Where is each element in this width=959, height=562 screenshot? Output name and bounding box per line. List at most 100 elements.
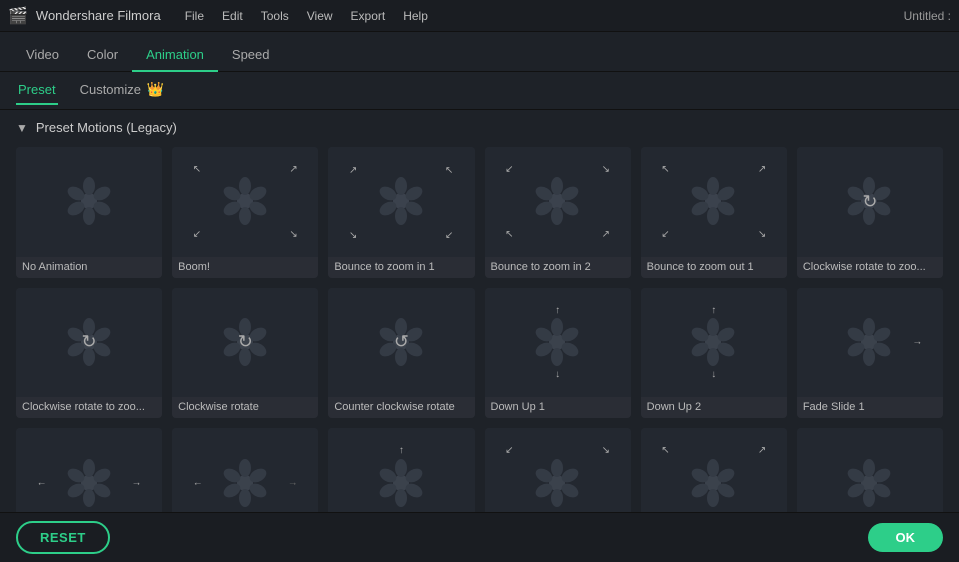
arrow-tl-icon: ↙ <box>349 164 357 175</box>
preset-item[interactable]: Fade2 <box>797 428 943 512</box>
preset-item[interactable]: ↑ ↓ Down Up 2 <box>641 288 787 419</box>
menu-file[interactable]: File <box>177 5 212 27</box>
preset-label: Clockwise rotate to zoo... <box>16 397 162 418</box>
reset-button[interactable]: RESET <box>16 521 110 554</box>
flower-icon <box>218 456 273 511</box>
arrow-bl-icon: ↙ <box>661 229 669 240</box>
flower-icon <box>686 456 741 511</box>
tab-video[interactable]: Video <box>12 39 73 72</box>
preset-item[interactable]: ↻ Clockwise rotate to zoo... <box>797 147 943 278</box>
preset-item[interactable]: ↺ Counter clockwise rotate <box>328 288 474 419</box>
preset-thumb: ↺ <box>328 288 474 398</box>
menu-tools[interactable]: Tools <box>253 5 297 27</box>
arrow-tl-icon: ↖ <box>661 164 669 175</box>
window-title: Untitled : <box>904 9 951 23</box>
flower-icon <box>686 315 741 370</box>
flower-icon <box>62 456 117 511</box>
preset-thumb: ↖ ↗ ↙ ↘ <box>172 147 318 257</box>
ok-button[interactable]: OK <box>868 523 944 552</box>
preset-thumb: ↖ ↗ ↙ ↘ <box>641 428 787 512</box>
arrow-right-icon: → <box>912 337 922 348</box>
arrow-br-icon: ↗ <box>445 229 453 240</box>
preset-item[interactable]: ↑ Fade Slide 4 <box>328 428 474 512</box>
flower-icon <box>686 174 741 229</box>
section-collapse-arrow: ▼ <box>16 121 28 135</box>
arrow-bl-icon: ↖ <box>505 229 513 240</box>
flower-icon <box>374 174 429 229</box>
flower-icon <box>530 456 585 511</box>
arrow-br-icon: ↘ <box>758 229 766 240</box>
menu-view[interactable]: View <box>299 5 341 27</box>
preset-thumb: ↑ ↓ <box>485 288 631 398</box>
preset-item[interactable]: ↓ ← → Fade Slide 2 <box>16 428 162 512</box>
main-content: ▼ Preset Motions (Legacy) N <box>0 110 959 512</box>
preset-thumb <box>16 147 162 257</box>
flower-icon <box>530 315 585 370</box>
arrow-down-icon: ↓ <box>555 369 560 380</box>
preset-label: Counter clockwise rotate <box>328 397 474 418</box>
subtab-customize[interactable]: Customize 👑 <box>78 75 166 106</box>
arrow-left-icon: ← <box>193 478 203 489</box>
arrow-tr-icon: ↘ <box>602 445 610 456</box>
preset-item[interactable]: ↖ ↗ ↙ ↘ Fade Zoom Out <box>641 428 787 512</box>
arrow-br-icon: ↗ <box>602 229 610 240</box>
preset-item[interactable]: ↙ ↘ ↖ ↗ Bounce to zoom in 1 <box>328 147 474 278</box>
preset-thumb: ↙ ↘ ↖ ↗ <box>328 147 474 257</box>
arrow-tl-icon: ↙ <box>505 164 513 175</box>
preset-thumb: ↓ ← → <box>16 428 162 512</box>
preset-thumb: ↑ <box>328 428 474 512</box>
preset-item[interactable]: ↻ Clockwise rotate <box>172 288 318 419</box>
preset-label: Bounce to zoom out 1 <box>641 257 787 278</box>
menu-help[interactable]: Help <box>395 5 436 27</box>
arrow-up-icon: ↑ <box>399 445 404 456</box>
flower-icon <box>842 315 897 370</box>
preset-item[interactable]: ↻ Clockwise rotate to zoo... <box>16 288 162 419</box>
flower-icon <box>530 174 585 229</box>
preset-label: Clockwise rotate <box>172 397 318 418</box>
preset-label: Bounce to zoom in 2 <box>485 257 631 278</box>
arrow-tl-icon: ↖ <box>193 164 201 175</box>
arrow-br-icon: ↗ <box>602 510 610 512</box>
preset-item[interactable]: ↙ ↘ ↖ ↗ Bounce to zoom in 2 <box>485 147 631 278</box>
rotate-cw-icon: ↻ <box>82 332 97 353</box>
app-logo-icon: 🎬 <box>8 6 28 26</box>
arrow-br-icon: ↘ <box>289 229 297 240</box>
flower-icon <box>218 174 273 229</box>
arrow-up-icon: ↑ <box>711 305 716 316</box>
preset-thumb: → <box>797 288 943 398</box>
bottom-bar: RESET OK <box>0 512 959 562</box>
tab-speed[interactable]: Speed <box>218 39 284 72</box>
tab-color[interactable]: Color <box>73 39 132 72</box>
preset-item[interactable]: No Animation <box>16 147 162 278</box>
preset-thumb: ↻ <box>172 288 318 398</box>
tab-bar: Video Color Animation Speed <box>0 32 959 72</box>
arrow-tr-icon: ↗ <box>758 445 766 456</box>
arrow-tl-icon: ↖ <box>661 445 669 456</box>
preset-item[interactable]: → Fade Slide 1 <box>797 288 943 419</box>
preset-item[interactable]: ← → Fade Slide 3 <box>172 428 318 512</box>
section-header[interactable]: ▼ Preset Motions (Legacy) <box>16 120 943 135</box>
rotate-ccw-icon: ↺ <box>394 332 409 353</box>
preset-item[interactable]: ↖ ↗ ↙ ↘ Boom! <box>172 147 318 278</box>
flower-icon <box>374 456 429 511</box>
arrow-bl-icon: ↙ <box>193 229 201 240</box>
menu-export[interactable]: Export <box>343 5 394 27</box>
preset-grid: No Animation ↖ ↗ ↙ <box>16 147 943 512</box>
arrow-left-icon: ← <box>37 478 47 489</box>
preset-label: No Animation <box>16 257 162 278</box>
preset-item[interactable]: ↖ ↗ ↙ ↘ Bounce to zoom out 1 <box>641 147 787 278</box>
tab-animation[interactable]: Animation <box>132 39 218 72</box>
flower-icon <box>62 174 117 229</box>
subtab-preset[interactable]: Preset <box>16 76 58 105</box>
menu-edit[interactable]: Edit <box>214 5 251 27</box>
preset-item[interactable]: ↙ ↘ ↖ ↗ Fade Zoom In <box>485 428 631 512</box>
arrow-tr-icon: ↘ <box>602 164 610 175</box>
preset-item[interactable]: ↑ ↓ Down Up 1 <box>485 288 631 419</box>
preset-thumb: ↑ ↓ <box>641 288 787 398</box>
flower-icon <box>842 456 897 511</box>
arrow-right-icon: → <box>132 478 142 489</box>
preset-label: Boom! <box>172 257 318 278</box>
arrow-tr-icon: ↗ <box>289 164 297 175</box>
arrow-bl-icon: ↙ <box>661 510 669 512</box>
preset-thumb: ↙ ↘ ↖ ↗ <box>485 147 631 257</box>
